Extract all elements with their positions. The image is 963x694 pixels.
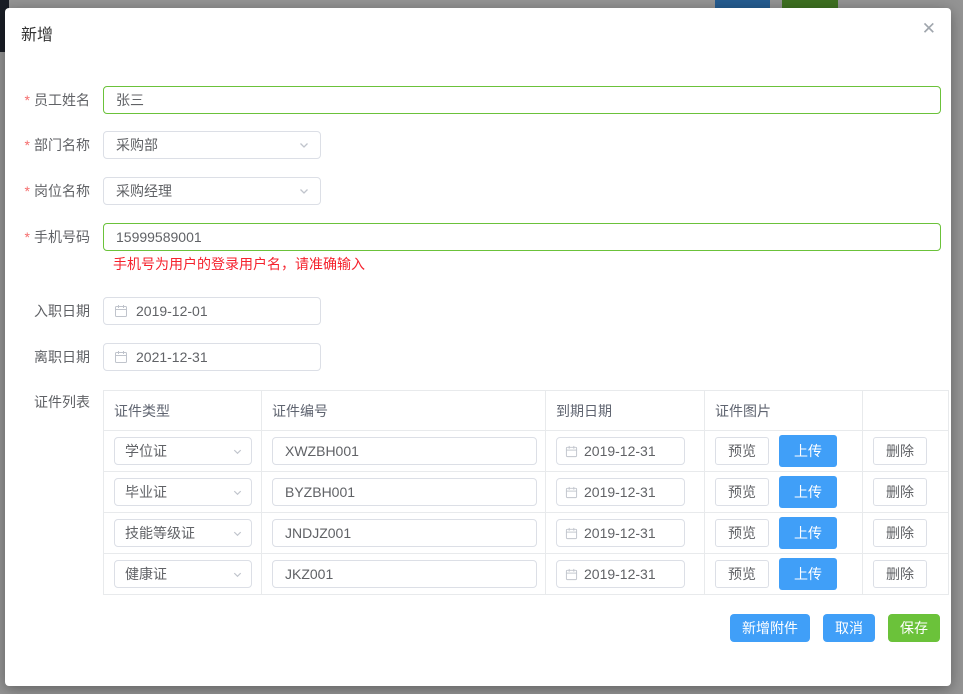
chevron-down-icon bbox=[232, 569, 243, 580]
upload-button[interactable]: 上传 bbox=[779, 517, 837, 549]
employee-name-input[interactable] bbox=[103, 86, 941, 114]
calendar-icon bbox=[565, 486, 578, 499]
calendar-icon bbox=[114, 304, 128, 318]
certificates-table: 证件类型 证件编号 到期日期 证件图片 学位证 2019-12-31 bbox=[103, 390, 949, 595]
leave-date-input[interactable]: 2021-12-31 bbox=[103, 343, 321, 371]
certificate-row: 毕业证 2019-12-31 预览 上传 删除 bbox=[104, 472, 948, 513]
certificates-label: 证件列表 bbox=[5, 392, 90, 412]
delete-button[interactable]: 删除 bbox=[873, 437, 927, 465]
delete-button[interactable]: 删除 bbox=[873, 560, 927, 588]
expiry-date-value: 2019-12-31 bbox=[584, 484, 656, 500]
cert-number-input[interactable] bbox=[272, 437, 537, 465]
cert-number-input[interactable] bbox=[272, 560, 537, 588]
required-asterisk: * bbox=[25, 137, 30, 153]
chevron-down-icon bbox=[298, 139, 310, 151]
delete-button[interactable]: 删除 bbox=[873, 519, 927, 547]
cert-type-value: 健康证 bbox=[125, 564, 167, 584]
chevron-down-icon bbox=[232, 487, 243, 498]
cert-type-value: 学位证 bbox=[125, 441, 167, 461]
chevron-down-icon bbox=[232, 446, 243, 457]
cert-type-select[interactable]: 健康证 bbox=[114, 560, 252, 588]
phone-label: *手机号码 bbox=[5, 227, 90, 247]
cert-type-select[interactable]: 技能等级证 bbox=[114, 519, 252, 547]
preview-button[interactable]: 预览 bbox=[715, 560, 769, 588]
calendar-icon bbox=[565, 527, 578, 540]
dialog-title: 新增 bbox=[21, 21, 53, 45]
department-select[interactable]: 采购部 bbox=[103, 131, 321, 159]
leave-date-label-text: 离职日期 bbox=[34, 349, 90, 365]
certificates-header-row: 证件类型 证件编号 到期日期 证件图片 bbox=[104, 391, 948, 431]
col-header-cert-number: 证件编号 bbox=[262, 391, 546, 430]
position-row: *岗位名称 采购经理 bbox=[5, 177, 951, 205]
hire-date-label-text: 入职日期 bbox=[34, 303, 90, 319]
preview-button[interactable]: 预览 bbox=[715, 437, 769, 465]
certificate-row: 技能等级证 2019-12-31 预览 上传 删除 bbox=[104, 513, 948, 554]
expiry-date-input[interactable]: 2019-12-31 bbox=[556, 519, 685, 547]
phone-hint: 手机号为用户的登录用户名，请准确输入 bbox=[113, 254, 365, 274]
certificate-row: 健康证 2019-12-31 预览 上传 删除 bbox=[104, 554, 948, 594]
upload-button[interactable]: 上传 bbox=[779, 435, 837, 467]
phone-label-text: 手机号码 bbox=[34, 229, 90, 245]
col-header-expiry-date: 到期日期 bbox=[546, 391, 705, 430]
department-label: *部门名称 bbox=[5, 135, 90, 155]
col-header-actions bbox=[863, 391, 948, 430]
save-button[interactable]: 保存 bbox=[888, 614, 940, 642]
cert-type-value: 毕业证 bbox=[125, 482, 167, 502]
hire-date-value: 2019-12-01 bbox=[136, 303, 208, 319]
calendar-icon bbox=[565, 445, 578, 458]
cancel-button[interactable]: 取消 bbox=[823, 614, 875, 642]
required-asterisk: * bbox=[25, 183, 30, 199]
employee-name-label-text: 员工姓名 bbox=[34, 92, 90, 108]
certificate-row: 学位证 2019-12-31 预览 上传 删除 bbox=[104, 431, 948, 472]
position-select[interactable]: 采购经理 bbox=[103, 177, 321, 205]
expiry-date-value: 2019-12-31 bbox=[584, 525, 656, 541]
position-select-value: 采购经理 bbox=[116, 181, 172, 201]
expiry-date-input[interactable]: 2019-12-31 bbox=[556, 437, 685, 465]
cert-number-input[interactable] bbox=[272, 478, 537, 506]
calendar-icon bbox=[565, 568, 578, 581]
hire-date-input[interactable]: 2019-12-01 bbox=[103, 297, 321, 325]
hire-date-label: 入职日期 bbox=[5, 301, 90, 321]
add-attachment-button[interactable]: 新增附件 bbox=[730, 614, 810, 642]
expiry-date-value: 2019-12-31 bbox=[584, 443, 656, 459]
leave-date-label: 离职日期 bbox=[5, 347, 90, 367]
employee-name-label: *员工姓名 bbox=[5, 90, 90, 110]
department-label-text: 部门名称 bbox=[34, 137, 90, 153]
calendar-icon bbox=[114, 350, 128, 364]
expiry-date-value: 2019-12-31 bbox=[584, 566, 656, 582]
delete-button[interactable]: 删除 bbox=[873, 478, 927, 506]
cert-type-value: 技能等级证 bbox=[125, 523, 195, 543]
chevron-down-icon bbox=[232, 528, 243, 539]
close-icon[interactable]: ✕ bbox=[922, 19, 936, 39]
leave-date-row: 离职日期 2021-12-31 bbox=[5, 343, 951, 371]
expiry-date-input[interactable]: 2019-12-31 bbox=[556, 478, 685, 506]
hire-date-row: 入职日期 2019-12-01 bbox=[5, 297, 951, 325]
expiry-date-input[interactable]: 2019-12-31 bbox=[556, 560, 685, 588]
phone-row: *手机号码 bbox=[5, 223, 951, 251]
upload-button[interactable]: 上传 bbox=[779, 558, 837, 590]
chevron-down-icon bbox=[298, 185, 310, 197]
department-row: *部门名称 采购部 bbox=[5, 131, 951, 159]
cert-number-input[interactable] bbox=[272, 519, 537, 547]
department-select-value: 采购部 bbox=[116, 135, 158, 155]
position-label-text: 岗位名称 bbox=[34, 183, 90, 199]
employee-name-row: *员工姓名 bbox=[5, 86, 951, 114]
required-asterisk: * bbox=[25, 92, 30, 108]
required-asterisk: * bbox=[25, 229, 30, 245]
phone-input[interactable] bbox=[103, 223, 941, 251]
dialog-footer: 新增附件 取消 保存 bbox=[730, 614, 940, 642]
add-dialog: 新增 ✕ *员工姓名 *部门名称 采购部 *岗位名称 采购经理 *手机号码 手机… bbox=[5, 8, 951, 686]
preview-button[interactable]: 预览 bbox=[715, 519, 769, 547]
leave-date-value: 2021-12-31 bbox=[136, 349, 208, 365]
cert-type-select[interactable]: 毕业证 bbox=[114, 478, 252, 506]
col-header-cert-type: 证件类型 bbox=[104, 391, 262, 430]
upload-button[interactable]: 上传 bbox=[779, 476, 837, 508]
col-header-cert-image: 证件图片 bbox=[705, 391, 863, 430]
cert-type-select[interactable]: 学位证 bbox=[114, 437, 252, 465]
preview-button[interactable]: 预览 bbox=[715, 478, 769, 506]
position-label: *岗位名称 bbox=[5, 181, 90, 201]
